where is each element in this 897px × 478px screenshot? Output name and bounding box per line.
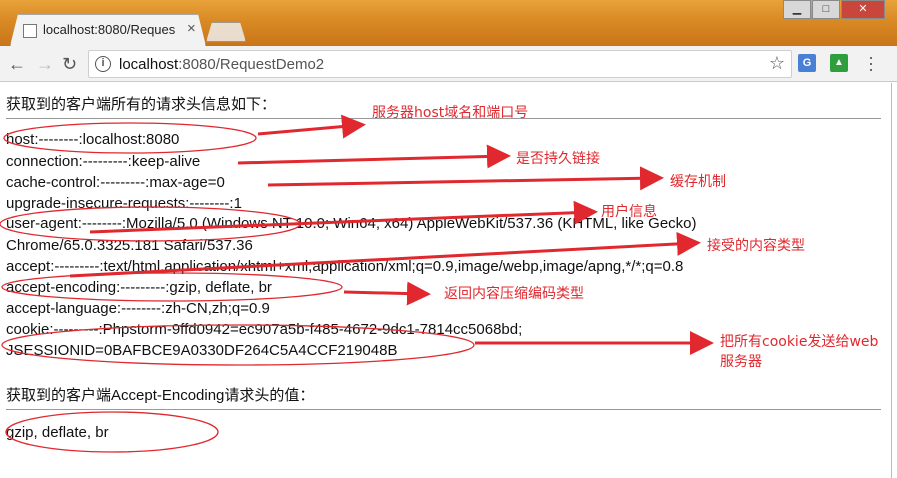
divider [6,409,881,410]
header-line: cookie:---------:Phpstorm-9ffd0942=ec907… [6,321,523,338]
maximize-icon[interactable]: □ [812,0,840,19]
reload-icon[interactable]: ↻ [62,54,77,75]
scrollbar[interactable] [891,83,897,478]
annotation-cookie-2: 服务器 [720,354,762,370]
annotation-cache: 缓存机制 [670,174,726,190]
window-titlebar: localhost:8080/Reques × ▁ □ ✕ [0,0,897,46]
header-line: Chrome/65.0.3325.181 Safari/537.36 [6,237,253,254]
minimize-icon[interactable]: ▁ [783,0,811,19]
annotation-encoding: 返回内容压缩编码类型 [444,286,584,302]
info-icon[interactable]: i [95,56,111,72]
url-path: :8080/RequestDemo2 [178,56,325,73]
forward-icon[interactable]: → [36,54,54,75]
header-line: JSESSIONID=0BAFBCE9A0330DF264C5A4CCF2190… [6,342,398,359]
address-bar[interactable]: i localhost:8080/RequestDemo2 ☆ [88,50,792,78]
header-line: host:--------:localhost:8080 [6,131,180,148]
new-tab-button[interactable] [206,22,246,42]
header-line: user-agent:--------:Mozilla/5.0 (Windows… [6,215,697,232]
heading-all-headers: 获取到的客户端所有的请求头信息如下： [6,96,277,113]
browser-toolbar: ← → ↻ i localhost:8080/RequestDemo2 ☆ G … [0,46,897,82]
header-line: accept:---------:text/html,application/x… [6,258,684,275]
annotation-host: 服务器host域名和端口号 [372,105,529,121]
annotation-accept: 接受的内容类型 [707,238,805,254]
header-line: cache-control:---------:max-age=0 [6,174,225,191]
annotation-cookie: 把所有cookie发送给web [720,334,879,350]
header-line: upgrade-insecure-requests:--------:1 [6,195,242,212]
browser-tab[interactable]: localhost:8080/Reques × [10,14,206,46]
star-icon[interactable]: ☆ [769,53,785,74]
window-controls: ▁ □ ✕ [782,0,885,19]
page-favicon-icon [23,24,37,38]
url-host: localhost [119,56,179,73]
header-line: accept-language:--------:zh-CN,zh;q=0.9 [6,300,270,317]
drive-extension-icon[interactable]: ▲ [830,54,848,72]
heading-accept-encoding: 获取到的客户端Accept-Encoding请求头的值： [6,387,315,404]
annotation-user-agent: 用户信息 [601,204,657,220]
header-line: accept-encoding:---------:gzip, deflate,… [6,279,272,296]
close-window-icon[interactable]: ✕ [841,0,885,19]
back-icon[interactable]: ← [8,54,26,75]
tab-title: localhost:8080/Reques [43,22,176,37]
accept-encoding-value: gzip, deflate, br [6,424,109,441]
menu-icon[interactable]: · · · [866,48,876,78]
url-text[interactable]: localhost:8080/RequestDemo2 [119,56,324,73]
translate-extension-icon[interactable]: G [798,54,816,72]
annotation-connection: 是否持久链接 [516,151,600,167]
tab-close-icon[interactable]: × [187,20,196,37]
header-line: connection:---------:keep-alive [6,153,201,170]
